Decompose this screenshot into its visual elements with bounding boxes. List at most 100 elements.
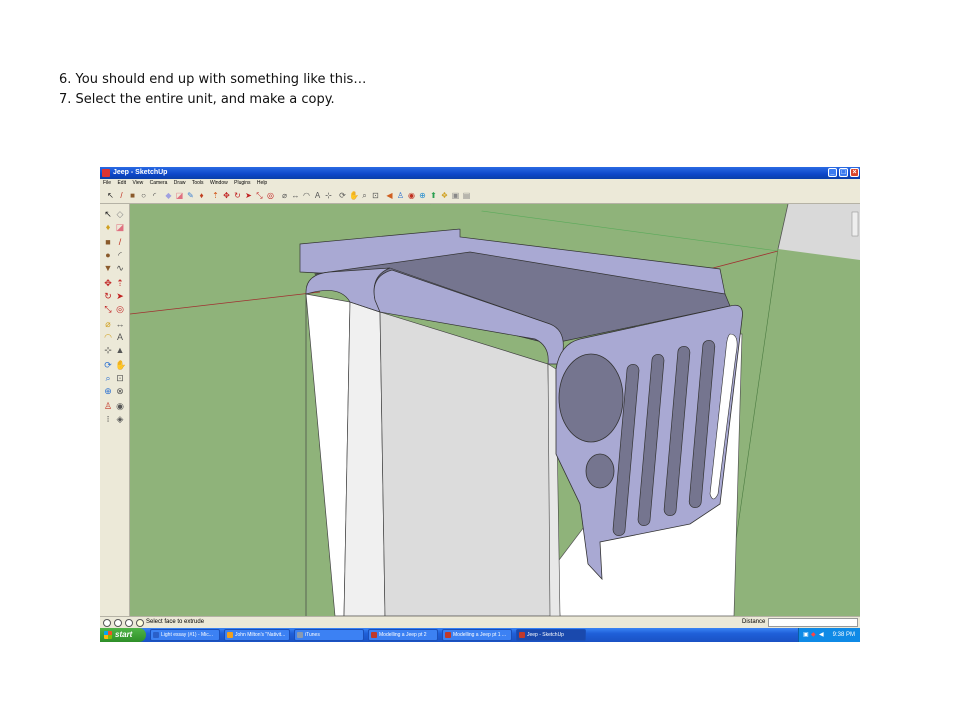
line-icon[interactable]: /: [115, 237, 125, 247]
menu-view[interactable]: View: [132, 180, 143, 186]
freehand-icon[interactable]: ∿: [115, 263, 125, 273]
push-pull-icon[interactable]: ⇡: [211, 191, 220, 200]
rotate-icon[interactable]: ↻: [103, 291, 113, 301]
offset-icon[interactable]: ◎: [115, 304, 125, 314]
make-component-icon[interactable]: ◇: [115, 209, 125, 219]
pan-icon[interactable]: ✋: [115, 360, 126, 370]
measurements-input[interactable]: [768, 618, 858, 627]
taskbar-item-nativity[interactable]: John Milton's "Nativit...: [224, 629, 290, 641]
axes-icon[interactable]: ⊹: [103, 345, 113, 355]
menu-draw[interactable]: Draw: [174, 180, 186, 186]
arc-icon[interactable]: ◜: [115, 250, 125, 260]
circle-icon[interactable]: ○: [139, 191, 148, 200]
offset-icon[interactable]: ◎: [266, 191, 275, 200]
get-models-icon[interactable]: ⊕: [418, 191, 427, 200]
arc-icon[interactable]: ◜: [150, 191, 159, 200]
eraser-icon[interactable]: ◪: [115, 222, 125, 232]
network-icon[interactable]: ▣: [803, 632, 809, 638]
select-icon[interactable]: ↖: [103, 209, 113, 219]
text-icon[interactable]: A: [313, 191, 322, 200]
push-pull-icon[interactable]: ⇡: [115, 278, 125, 288]
taskbar-item-sketchup[interactable]: Jeep - SketchUp: [516, 629, 586, 641]
close-button[interactable]: ×: [850, 168, 859, 177]
menu-file[interactable]: File: [103, 180, 111, 186]
line-icon[interactable]: /: [117, 191, 126, 200]
zoom-window-icon[interactable]: ⊡: [371, 191, 380, 200]
3d-text-icon[interactable]: ▲: [115, 345, 125, 355]
protractor-icon[interactable]: ◠: [302, 191, 311, 200]
previous-view-icon[interactable]: ⊗: [115, 386, 125, 396]
tape-icon[interactable]: ⌀: [280, 191, 289, 200]
measurements-label: Distance: [742, 619, 766, 625]
move-icon[interactable]: ✥: [103, 278, 113, 288]
taskbar-item-itunes[interactable]: iTunes: [294, 629, 364, 641]
paint-bucket-icon[interactable]: ♦: [197, 191, 206, 200]
rectangle-icon[interactable]: ■: [103, 237, 113, 247]
scale-icon[interactable]: ⤡: [255, 191, 264, 200]
menu-edit[interactable]: Edit: [117, 180, 126, 186]
volume-icon[interactable]: ◀: [819, 632, 825, 638]
taskbar-item-light-essay[interactable]: Light essay (#1) - Mic...: [150, 629, 220, 641]
look-around-icon[interactable]: ◉: [407, 191, 416, 200]
styles-icon[interactable]: ▣: [451, 191, 460, 200]
orbit-icon[interactable]: ⟳: [338, 191, 347, 200]
geolocation-icon[interactable]: [103, 619, 111, 627]
walk-icon[interactable]: ♙: [396, 191, 405, 200]
menu-plugins[interactable]: Plugins: [234, 180, 250, 186]
paint-bucket-icon[interactable]: ♦: [103, 222, 113, 232]
taskbar-item-jeep-pt2[interactable]: Modelling a Jeep pt 2: [368, 629, 438, 641]
position-camera-icon[interactable]: ♙: [103, 401, 113, 411]
taskbar-item-jeep-pt1[interactable]: Modelling a Jeep pt 1 ...: [442, 629, 512, 641]
menu-window[interactable]: Window: [210, 180, 228, 186]
menu-help[interactable]: Help: [257, 180, 267, 186]
make-component-icon[interactable]: ◆: [164, 191, 173, 200]
select-icon[interactable]: ↖: [106, 191, 115, 200]
follow-me-icon[interactable]: ➤: [244, 191, 253, 200]
dimension-icon[interactable]: ↔: [115, 319, 125, 329]
eraser-icon[interactable]: ◪: [175, 191, 184, 200]
tape-measure-icon[interactable]: ⌀: [103, 319, 113, 329]
polygon-icon[interactable]: ▼: [103, 263, 113, 273]
windows-flag-icon: [104, 631, 112, 639]
rotate-icon[interactable]: ↻: [233, 191, 242, 200]
layers-icon[interactable]: ▤: [462, 191, 471, 200]
minimize-button[interactable]: _: [828, 168, 837, 177]
walk-icon[interactable]: ⁝: [103, 414, 113, 424]
zoom-window-icon[interactable]: ⊡: [115, 373, 125, 383]
headlight-left: [558, 353, 624, 443]
zoom-extents-icon[interactable]: ⊕: [103, 386, 113, 396]
rectangle-icon[interactable]: ■: [128, 191, 137, 200]
text-icon[interactable]: A: [115, 332, 125, 342]
follow-me-icon[interactable]: ➤: [115, 291, 125, 301]
caption-step-6: 6. You should end up with something like…: [59, 72, 367, 87]
status-hint: Select face to extrude: [146, 619, 205, 625]
menu-tools[interactable]: Tools: [192, 180, 204, 186]
axes-icon[interactable]: ⊹: [324, 191, 333, 200]
help-icon[interactable]: [136, 619, 144, 627]
orbit-icon[interactable]: ⟳: [103, 360, 113, 370]
previous-view-icon[interactable]: ◀: [385, 191, 394, 200]
look-around-icon[interactable]: ◉: [115, 401, 125, 411]
components-icon[interactable]: ❖: [440, 191, 449, 200]
start-button[interactable]: start: [100, 628, 146, 642]
tape-measure-icon[interactable]: ✎: [186, 191, 195, 200]
zoom-icon[interactable]: ⌕: [360, 191, 369, 200]
protractor-icon[interactable]: ◠: [103, 332, 113, 342]
caption-step-7: 7. Select the entire unit, and make a co…: [59, 92, 335, 107]
powerpoint-icon: [371, 632, 377, 638]
3d-viewport[interactable]: [130, 204, 860, 616]
security-icon[interactable]: ◆: [811, 632, 817, 638]
circle-icon[interactable]: ●: [103, 250, 113, 260]
zoom-icon[interactable]: ⌕: [103, 373, 113, 383]
share-model-icon[interactable]: ⬆: [429, 191, 438, 200]
menu-camera[interactable]: Camera: [150, 180, 168, 186]
window-title-bar: Jeep - SketchUp _ □ ×: [100, 167, 860, 179]
maximize-button[interactable]: □: [839, 168, 848, 177]
credits-icon[interactable]: [114, 619, 122, 627]
user-icon[interactable]: [125, 619, 133, 627]
pan-icon[interactable]: ✋: [349, 191, 359, 200]
scale-icon[interactable]: ⤡: [103, 304, 113, 314]
section-plane-icon[interactable]: ◈: [115, 414, 125, 424]
move-icon[interactable]: ✥: [222, 191, 231, 200]
dimension-icon[interactable]: ↔: [291, 191, 300, 200]
